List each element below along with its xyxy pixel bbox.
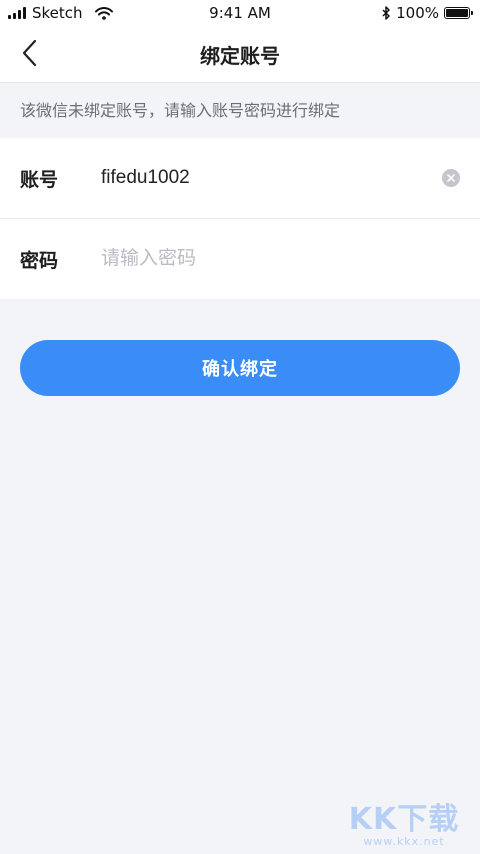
account-input[interactable] — [100, 167, 421, 189]
watermark-url: www.kkx.net — [363, 835, 445, 848]
watermark-logo: KK下载 www.kkx.net — [344, 804, 464, 848]
status-bar: Sketch 9:41 AM 100% — [0, 0, 480, 26]
password-label: 密码 — [20, 249, 59, 272]
account-row: 账号 — [0, 138, 480, 218]
bluetooth-icon — [382, 6, 390, 20]
clear-icon — [447, 174, 455, 182]
hint-text: 该微信未绑定账号，请输入账号密码进行绑定 — [0, 83, 480, 138]
page-title: 绑定账号 — [200, 44, 280, 68]
status-right: 100% — [382, 4, 473, 22]
confirm-bind-button[interactable]: 确认绑定 — [20, 340, 460, 396]
nav-bar: 绑定账号 — [0, 26, 480, 83]
account-label: 账号 — [20, 168, 59, 191]
battery-fill — [446, 9, 468, 17]
battery-percent: 100% — [396, 4, 439, 22]
bind-form: 账号 密码 — [0, 138, 480, 299]
battery-icon — [444, 7, 473, 19]
password-row: 密码 — [0, 218, 480, 299]
clear-button[interactable] — [442, 169, 460, 187]
password-input[interactable] — [100, 248, 421, 270]
watermark-main: KK下载 — [348, 802, 460, 837]
